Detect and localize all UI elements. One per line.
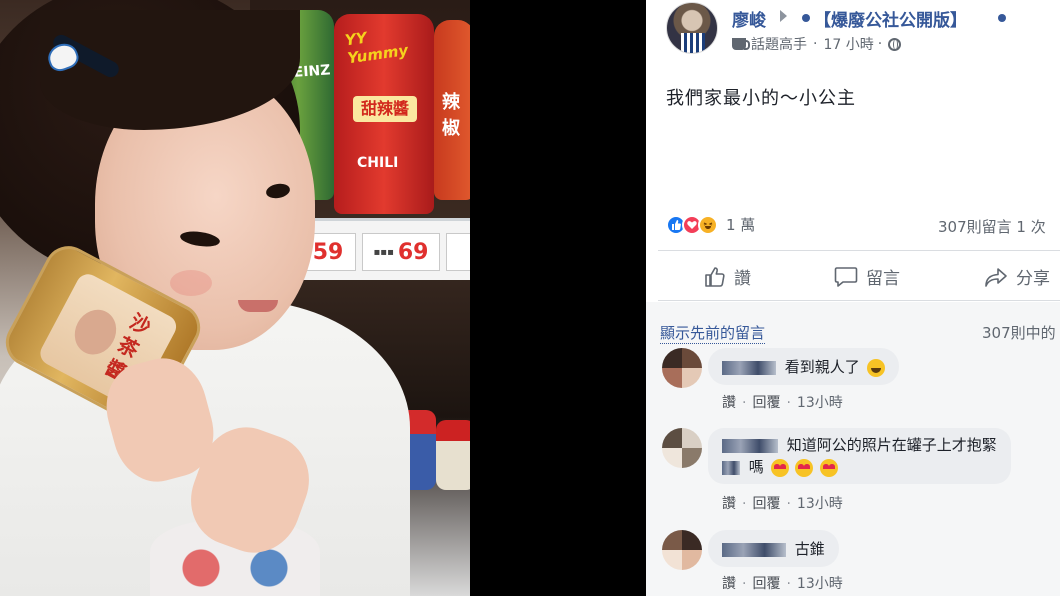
commenter-name-blurred-2 — [722, 460, 740, 475]
comment-bubble: 知道阿公的照片在罐子上才抱緊 嗎 — [708, 428, 1011, 484]
post-photo[interactable]: YY Yummy HEINZ 甜辣醬 CHILI 辣椒 59 ▪▪▪ 69 沙茶醬 — [0, 0, 470, 596]
like-button[interactable]: 讚 — [704, 264, 751, 289]
commenter-name-blurred[interactable] — [722, 360, 776, 375]
sweet-chili-label: 甜辣醬 — [353, 96, 417, 122]
comments-section: 顯示先前的留言 307則中的 看到親人了 讚 · 回覆 · 13小時 知道阿公的照片在罐… — [646, 302, 1060, 596]
comments-count[interactable]: 307則留言 1 次 — [938, 216, 1046, 237]
heart-glyph — [687, 220, 697, 229]
comment-time[interactable]: 13小時 — [797, 576, 843, 592]
comment-like-link[interactable]: 讚 — [722, 395, 736, 411]
comment-meta-sep: · — [786, 496, 791, 512]
group-name[interactable]: 【爆廢公社公開版】 — [814, 6, 967, 31]
comment-meta-sep: · — [742, 395, 747, 411]
comment-meta-sep: · — [742, 496, 747, 512]
comment-bubble: 看到親人了 — [708, 348, 899, 385]
comment-avatar[interactable] — [662, 348, 702, 388]
comment-avatar[interactable] — [662, 530, 702, 570]
laughing-emoji-icon — [866, 358, 885, 377]
chili-label: CHILI — [357, 155, 399, 171]
comment-time[interactable]: 13小時 — [797, 496, 843, 512]
comment-like-link[interactable]: 讚 — [722, 576, 736, 592]
comment-like-link[interactable]: 讚 — [722, 496, 736, 512]
like-label: 讚 — [734, 269, 751, 289]
comments-of-count: 307則中的 — [982, 324, 1056, 342]
child-mouth — [238, 300, 278, 312]
reactions-count: 1 萬 — [726, 216, 756, 234]
post-text: 我們家最小的～小公主 — [666, 88, 856, 109]
price-2: 69 — [397, 239, 429, 265]
avatar-scarf — [681, 33, 705, 53]
comment-text: 古錐 — [794, 540, 825, 558]
post-actions: 讚 留言 分享 — [646, 256, 1060, 296]
comment-meta-sep: · — [786, 395, 791, 411]
haha-reaction-icon — [698, 214, 718, 235]
post-meta: 話題高手 · 17 小時 · — [732, 34, 902, 54]
child-cheek — [170, 270, 212, 296]
post-time[interactable]: 17 小時 — [823, 34, 873, 54]
jar-lower-shelf-2 — [436, 420, 470, 490]
comment-text-line-1: 知道阿公的照片在罐子上才抱緊 — [786, 436, 997, 454]
comment-meta: 讚 · 回覆 · 13小時 — [722, 573, 843, 593]
divider-top — [658, 250, 1060, 251]
comment-bubble: 古錐 — [708, 530, 839, 567]
commenter-name-blurred[interactable] — [722, 438, 778, 453]
comment-reply-link[interactable]: 回覆 — [752, 576, 780, 592]
commenter-name-blurred[interactable] — [722, 542, 786, 557]
price-1: 59 — [312, 239, 344, 265]
price-tag-3 — [446, 233, 470, 271]
posted-in-arrow-icon — [780, 10, 787, 22]
comment-text: 看到親人了 — [784, 358, 860, 376]
comment-meta: 讚 · 回覆 · 13小時 — [722, 392, 843, 412]
show-previous-comments-link[interactable]: 顯示先前的留言 — [660, 322, 766, 344]
thumb-glyph — [672, 219, 681, 230]
comment-reply-link[interactable]: 回覆 — [752, 395, 780, 411]
comment-time[interactable]: 13小時 — [797, 395, 843, 411]
price-strip: 59 ▪▪▪ 69 — [300, 218, 470, 280]
meta-separator: · — [813, 36, 818, 52]
laugh-glyph — [703, 221, 713, 229]
spicy-label: 辣椒 — [442, 92, 460, 139]
comment-line-1: 知道阿公的照片在罐子上才抱緊 — [722, 434, 997, 456]
group-dot-right-icon — [998, 14, 1006, 22]
heart-eyes-emoji-icon — [770, 458, 789, 477]
price-tag-2: ▪▪▪ 69 — [362, 233, 440, 271]
comment-meta-sep: · — [786, 576, 791, 592]
reactions-summary[interactable]: 1 萬 — [666, 214, 755, 235]
heart-eyes-emoji-icon — [820, 458, 839, 477]
comment-button[interactable]: 留言 — [834, 264, 900, 289]
globe-icon[interactable] — [888, 37, 902, 51]
divider-bottom — [658, 300, 1060, 301]
comment-meta-sep: · — [742, 576, 747, 592]
top-fan-cup-icon — [732, 38, 750, 50]
price-tag-2-text: ▪▪▪ — [373, 246, 394, 258]
comment-icon — [834, 266, 858, 287]
group-dot-left-icon — [802, 14, 810, 22]
like-icon — [705, 266, 725, 287]
comment-meta: 讚 · 回覆 · 13小時 — [722, 493, 843, 513]
heart-eyes-emoji-icon — [795, 458, 814, 477]
share-icon — [985, 267, 1007, 287]
comment-text-line-2: 嗎 — [748, 458, 764, 476]
share-label: 分享 — [1016, 269, 1050, 289]
meta-separator-2: · — [877, 36, 883, 52]
author-name[interactable]: 廖峻 — [732, 6, 766, 31]
comment-reply-link[interactable]: 回覆 — [752, 496, 780, 512]
comment-avatar[interactable] — [662, 428, 702, 468]
comment-line-2: 嗎 — [722, 456, 997, 478]
badge-label[interactable]: 話題高手 — [751, 34, 807, 54]
author-avatar[interactable] — [666, 2, 718, 54]
comment-label: 留言 — [866, 269, 900, 289]
post-side-panel: 廖峻 【爆廢公社公開版】 話題高手 · 17 小時 · 我們家最小的～小公主 1… — [646, 0, 1060, 596]
share-button[interactable]: 分享 — [984, 264, 1050, 289]
lightbox-background — [470, 0, 646, 596]
